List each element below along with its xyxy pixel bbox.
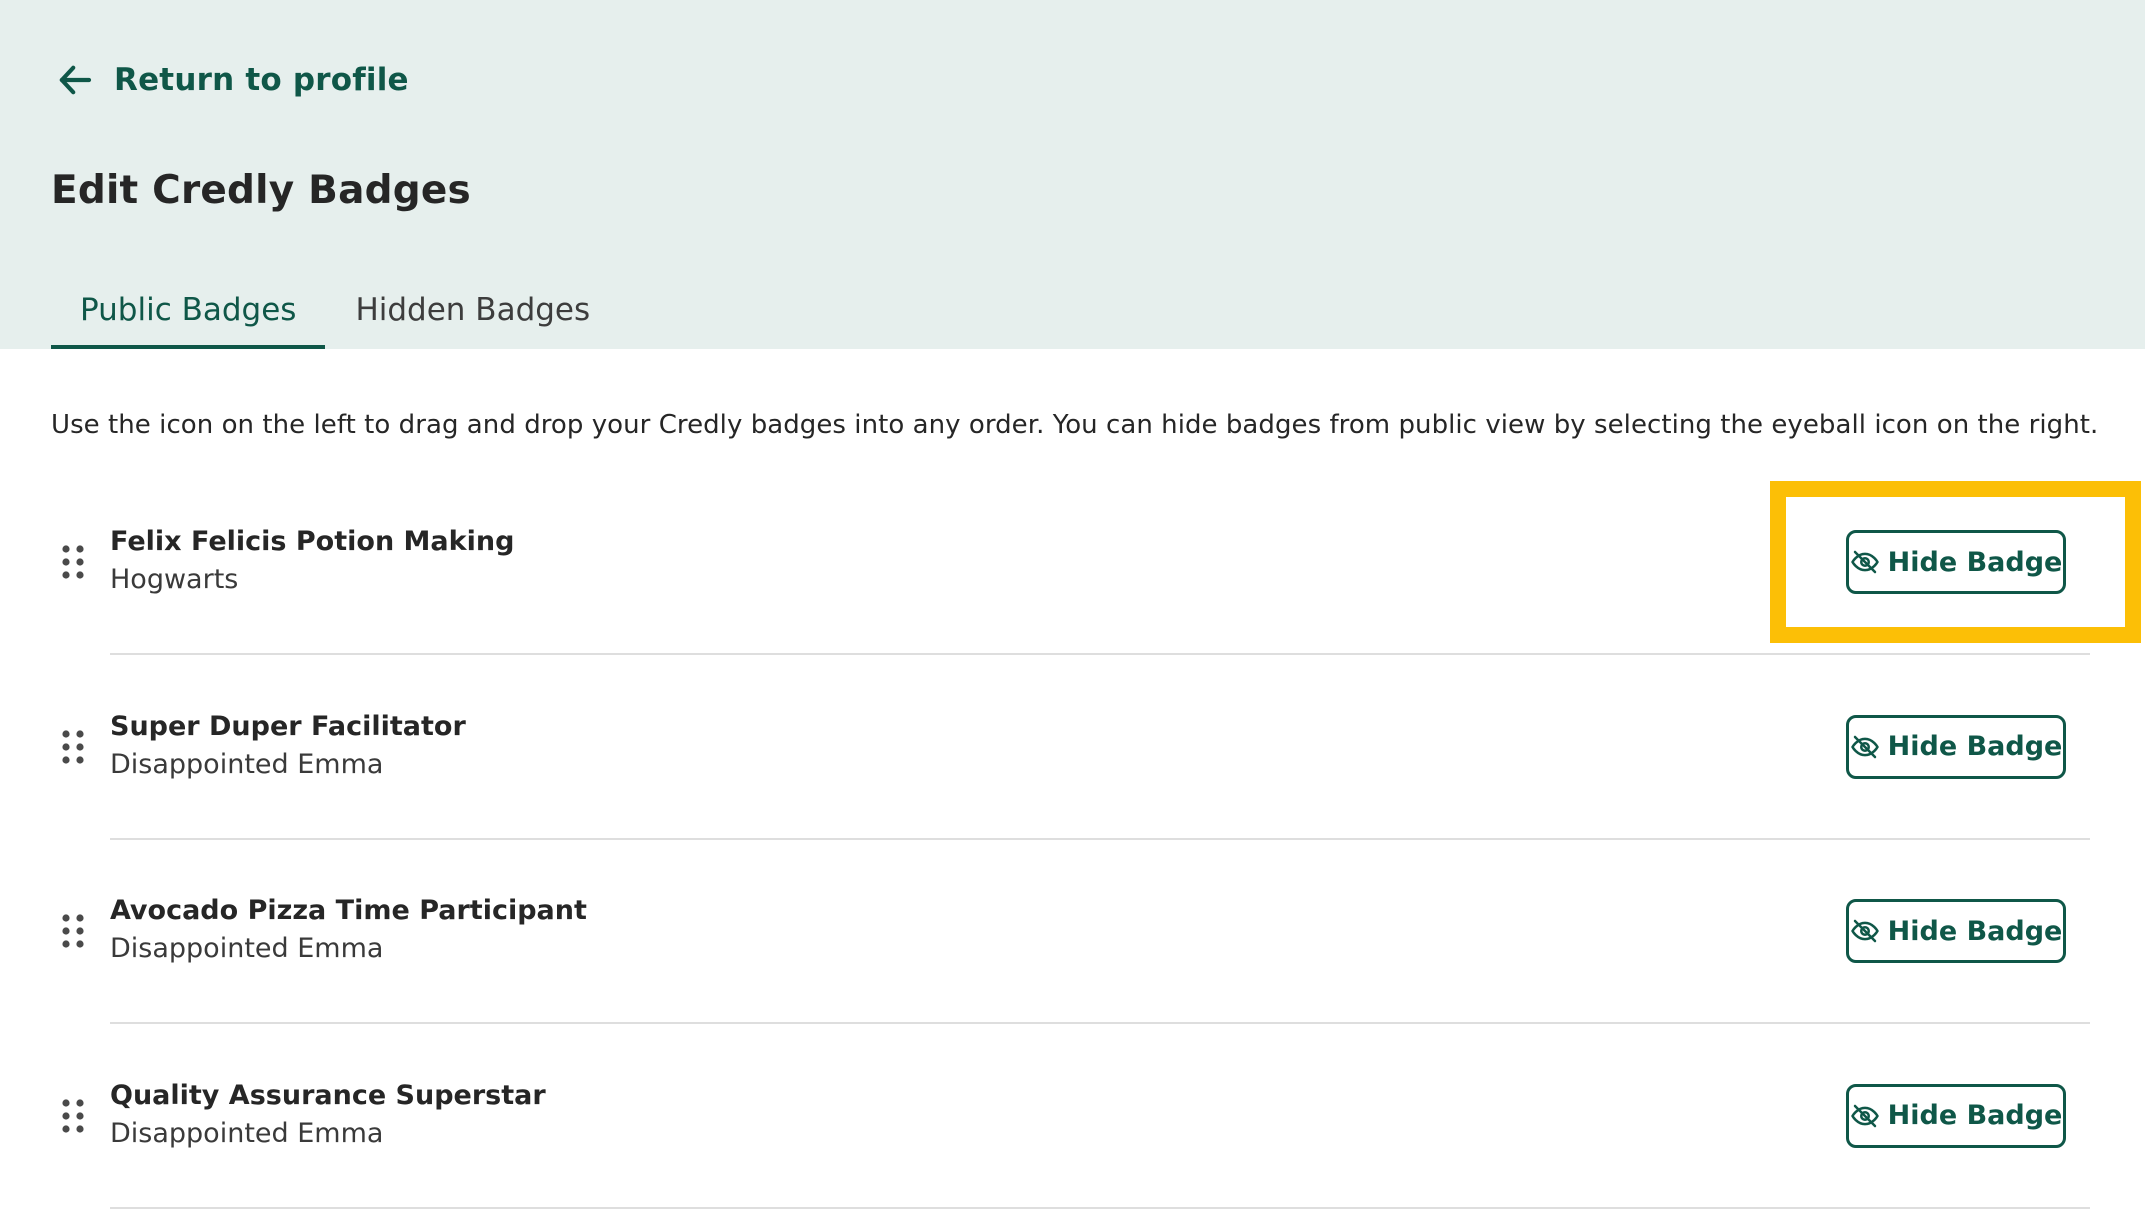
badge-tabs: Public Badges Hidden Badges bbox=[51, 284, 619, 349]
badge-name: Super Duper Facilitator bbox=[110, 710, 466, 742]
badge-issuer: Disappointed Emma bbox=[110, 748, 384, 780]
row-divider bbox=[110, 1022, 2090, 1024]
badge-issuer: Disappointed Emma bbox=[110, 933, 384, 964]
page-title: Edit Credly Badges bbox=[51, 168, 471, 213]
drag-handle-icon[interactable] bbox=[60, 544, 86, 580]
page-header: Return to profile Edit Credly Badges Pub… bbox=[0, 0, 2145, 349]
hide-badge-label: Hide Badge bbox=[1887, 915, 2063, 947]
hide-badge-button[interactable]: Hide Badge bbox=[1846, 899, 2066, 963]
badge-row: Super Duper Facilitator Disappointed Emm… bbox=[0, 665, 2145, 850]
hide-badge-label: Hide Badge bbox=[1887, 1100, 2063, 1131]
return-to-profile-label: Return to profile bbox=[114, 62, 409, 98]
badge-issuer: Hogwarts bbox=[110, 564, 239, 595]
drag-handle-icon[interactable] bbox=[60, 729, 86, 765]
badge-name: Avocado Pizza Time Participant bbox=[110, 895, 587, 926]
tab-hidden-badges[interactable]: Hidden Badges bbox=[325, 284, 619, 349]
drag-handle-icon[interactable] bbox=[60, 913, 86, 949]
hide-badge-button[interactable]: Hide Badge bbox=[1846, 714, 2066, 779]
instructions-text: Use the icon on the left to drag and dro… bbox=[51, 410, 2099, 440]
drag-handle-icon[interactable] bbox=[60, 1098, 86, 1134]
tab-public-badges[interactable]: Public Badges bbox=[51, 284, 326, 349]
badge-issuer: Disappointed Emma bbox=[110, 1117, 384, 1149]
badge-row: Quality Assurance Superstar Disappointed… bbox=[0, 1034, 2145, 1219]
hide-badge-button[interactable]: Hide Badge bbox=[1846, 1083, 2066, 1148]
eye-slash-icon bbox=[1850, 550, 1879, 574]
row-divider bbox=[110, 837, 2090, 840]
arrow-left-icon bbox=[59, 65, 92, 95]
eye-slash-icon bbox=[1850, 919, 1879, 943]
hide-badge-label: Hide Badge bbox=[1887, 731, 2063, 762]
row-divider bbox=[110, 1206, 2090, 1209]
hide-badge-label: Hide Badge bbox=[1887, 546, 2063, 578]
eye-slash-icon bbox=[1850, 735, 1879, 758]
badge-list: Felix Felicis Potion Making Hogwarts Hid… bbox=[0, 480, 2145, 1218]
hide-badge-button[interactable]: Hide Badge bbox=[1846, 530, 2066, 594]
eye-slash-icon bbox=[1850, 1104, 1879, 1127]
row-divider bbox=[110, 653, 2090, 655]
return-to-profile-link[interactable]: Return to profile bbox=[54, 56, 409, 104]
badge-name: Quality Assurance Superstar bbox=[110, 1079, 546, 1111]
badge-row: Avocado Pizza Time Participant Disappoin… bbox=[0, 849, 2145, 1034]
badge-name: Felix Felicis Potion Making bbox=[110, 526, 515, 557]
badge-row: Felix Felicis Potion Making Hogwarts Hid… bbox=[0, 480, 2145, 665]
